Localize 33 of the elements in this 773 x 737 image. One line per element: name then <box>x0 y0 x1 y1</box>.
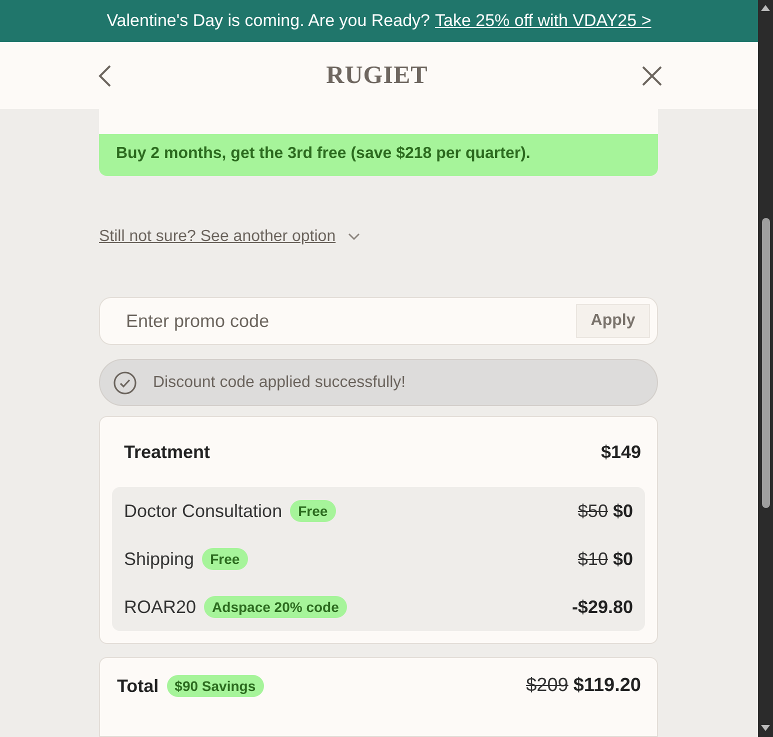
promo-field[interactable]: Enter promo code Apply <box>99 297 658 345</box>
close-icon[interactable] <box>642 66 662 86</box>
item-badge: Adspace 20% code <box>204 596 347 618</box>
apply-button[interactable]: Apply <box>576 304 650 338</box>
logo: RUGIET <box>326 62 428 90</box>
scroll-down-icon[interactable] <box>761 725 770 731</box>
item-badge: Free <box>290 500 336 522</box>
scrollbar-thumb[interactable] <box>762 218 770 508</box>
chevron-icon[interactable] <box>348 233 360 241</box>
item-price: $0 <box>612 548 633 570</box>
total-label: Total <box>117 676 159 696</box>
banner-link[interactable]: Take 25% off with VDAY25 > <box>435 11 652 32</box>
back-icon[interactable] <box>98 64 112 88</box>
old-price: $10 <box>578 548 608 570</box>
treatment-price: $149 <box>600 442 641 462</box>
old-total: $209 <box>526 675 568 697</box>
another-option-link[interactable]: Still not sure? See another option <box>99 228 336 246</box>
treatment-label: Treatment <box>124 442 210 462</box>
old-price: $50 <box>578 500 608 522</box>
banner-text: Valentine's Day is coming. Are you Ready? <box>106 11 430 32</box>
success-text: Discount code applied successfully! <box>153 374 406 392</box>
item-badge: Free <box>202 548 248 570</box>
item-name: ROAR20 <box>124 596 196 618</box>
scrollbar[interactable] <box>758 0 773 737</box>
item-price: $0 <box>612 500 633 522</box>
total-price: $119.20 <box>573 675 641 697</box>
savings-badge: $90 Savings <box>166 675 264 697</box>
item-name: Doctor Consultation <box>124 500 282 522</box>
item-name: Shipping <box>124 548 194 570</box>
item-price: -$29.80 <box>572 596 633 618</box>
scroll-up-icon[interactable] <box>761 5 770 11</box>
check-circle-icon <box>113 370 137 394</box>
offer-text: Buy 2 months, get the 3rd free (save $218 per quarter). <box>99 134 658 176</box>
